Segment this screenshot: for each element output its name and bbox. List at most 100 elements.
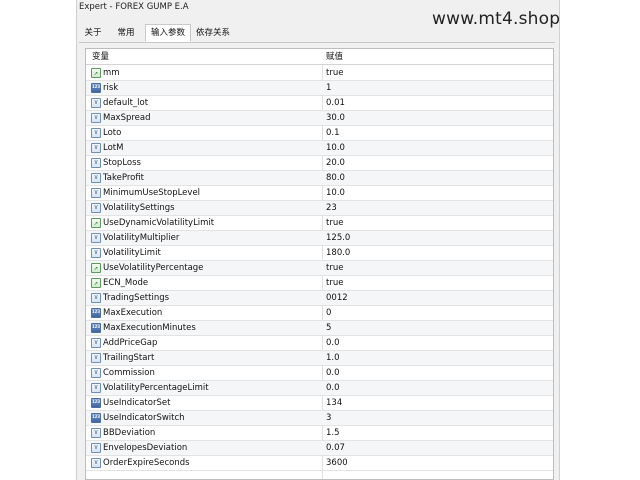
parameter-value[interactable]: 0012	[326, 291, 348, 306]
tab-about[interactable]: 关于	[79, 26, 107, 41]
int-icon: 123	[91, 83, 101, 93]
parameter-value[interactable]: 23	[326, 201, 337, 216]
parameter-name: UseDynamicVolatilityLimit	[103, 218, 215, 228]
table-row[interactable]: V MaxSpread 30.0	[86, 111, 553, 126]
parameter-name: risk	[103, 83, 119, 93]
bool-icon: ↗	[91, 68, 101, 78]
parameter-value[interactable]: 134	[326, 396, 342, 411]
table-row[interactable]: 123 MaxExecution 0	[86, 306, 553, 321]
parameter-name: MinimumUseStopLevel	[103, 188, 201, 198]
parameter-value[interactable]: 3	[326, 411, 331, 426]
double-icon: V	[91, 293, 101, 303]
double-icon: V	[91, 368, 101, 378]
parameter-name: default_lot	[103, 98, 149, 108]
double-icon: V	[91, 128, 101, 138]
parameter-value[interactable]: 20.0	[326, 156, 345, 171]
parameter-value[interactable]: 125.0	[326, 231, 350, 246]
parameter-value[interactable]: 1.5	[326, 426, 340, 441]
parameter-value[interactable]: 0.1	[326, 126, 340, 141]
parameter-name: AddPriceGap	[103, 338, 158, 348]
table-row[interactable]: 123 UseIndicatorSwitch 3	[86, 411, 553, 426]
int-icon: 123	[91, 323, 101, 333]
parameter-name: Commission	[103, 368, 155, 378]
parameter-name: VolatilityPercentageLimit	[103, 383, 209, 393]
double-icon: V	[91, 338, 101, 348]
inputs-table: 变量 赋值 ↗ mm true 123 risk 1 Vdefault_lot 0.01 V Ma…	[85, 48, 554, 480]
double-icon: V	[91, 353, 101, 363]
tab-inputs[interactable]: 输入参数	[145, 24, 191, 42]
parameter-value[interactable]: true	[326, 216, 343, 231]
table-row[interactable]: V BBDeviation 1.5	[86, 426, 553, 441]
double-icon: V	[91, 143, 101, 153]
double-icon: V	[91, 158, 101, 168]
parameter-value[interactable]: 0.0	[326, 381, 340, 396]
table-row[interactable]: 123 MaxExecutionMinutes 5	[86, 321, 553, 336]
expert-properties-window: Expert - FOREX GUMP E.A 关于 常用 输入参数 依存关系 …	[76, 0, 560, 480]
table-row[interactable]: V StopLoss 20.0	[86, 156, 553, 171]
parameter-value[interactable]: 0.07	[326, 441, 345, 456]
table-body: ↗ mm true 123 risk 1 Vdefault_lot 0.01 V MaxSprea…	[86, 66, 553, 471]
table-row[interactable]: ↗ UseDynamicVolatilityLimit true	[86, 216, 553, 231]
double-icon: V	[91, 458, 101, 468]
tab-dependencies[interactable]: 依存关系	[193, 26, 233, 41]
parameter-name: ECN_Mode	[103, 278, 149, 288]
table-row[interactable]: V MinimumUseStopLevel 10.0	[86, 186, 553, 201]
header-value[interactable]: 赋值	[326, 49, 343, 65]
parameter-name: VolatilitySettings	[103, 203, 175, 213]
bool-icon: ↗	[91, 278, 101, 288]
parameter-value[interactable]: 0.0	[326, 366, 340, 381]
int-icon: 123	[91, 308, 101, 318]
table-header: 变量 赋值	[86, 49, 553, 65]
parameter-value[interactable]: 0.0	[326, 336, 340, 351]
table-row[interactable]: 123 risk 1	[86, 81, 553, 96]
double-icon: V	[91, 203, 101, 213]
parameter-value[interactable]: 180.0	[326, 246, 350, 261]
double-icon: V	[91, 248, 101, 258]
table-row[interactable]: V TradingSettings 0012	[86, 291, 553, 306]
parameter-value[interactable]: 1.0	[326, 351, 340, 366]
table-row[interactable]: V OrderExpireSeconds 3600	[86, 456, 553, 471]
parameter-name: Loto	[103, 128, 122, 138]
parameter-value[interactable]: 0.01	[326, 96, 345, 111]
parameter-value[interactable]: 10.0	[326, 186, 345, 201]
parameter-name: VolatilityMultiplier	[103, 233, 180, 243]
table-row[interactable]: V TakeProfit 80.0	[86, 171, 553, 186]
table-row[interactable]: V AddPriceGap 0.0	[86, 336, 553, 351]
double-icon: V	[91, 98, 101, 108]
table-row[interactable]: V LotM 10.0	[86, 141, 553, 156]
parameter-value[interactable]: 1	[326, 81, 331, 96]
table-row[interactable]: ↗ UseVolatilityPercentage true	[86, 261, 553, 276]
parameter-name: UseVolatilityPercentage	[103, 263, 204, 273]
parameter-value[interactable]: 30.0	[326, 111, 345, 126]
parameter-value[interactable]: 3600	[326, 456, 348, 471]
table-row[interactable]: V EnvelopesDeviation 0.07	[86, 441, 553, 456]
parameter-value[interactable]: 0	[326, 306, 331, 321]
table-row[interactable]: V VolatilitySettings 23	[86, 201, 553, 216]
double-icon: V	[91, 233, 101, 243]
table-row[interactable]: V Commission 0.0	[86, 366, 553, 381]
parameter-name: MaxExecution	[103, 308, 163, 318]
parameter-value[interactable]: 80.0	[326, 171, 345, 186]
table-row[interactable]: Vdefault_lot 0.01	[86, 96, 553, 111]
parameter-value[interactable]: true	[326, 261, 343, 276]
parameter-name: UseIndicatorSet	[103, 398, 171, 408]
table-row[interactable]: V VolatilityMultiplier 125.0	[86, 231, 553, 246]
parameter-name: TakeProfit	[103, 173, 145, 183]
tab-common[interactable]: 常用	[111, 26, 141, 41]
parameter-value[interactable]: 5	[326, 321, 331, 336]
parameter-value[interactable]: true	[326, 66, 343, 81]
table-row[interactable]: 123 UseIndicatorSet 134	[86, 396, 553, 411]
parameter-value[interactable]: true	[326, 276, 343, 291]
header-variable[interactable]: 变量	[92, 49, 109, 65]
table-row[interactable]: V TrailingStart 1.0	[86, 351, 553, 366]
parameter-name: MaxExecutionMinutes	[103, 323, 196, 333]
table-row[interactable]: V Loto 0.1	[86, 126, 553, 141]
table-row[interactable]: ↗ mm true	[86, 66, 553, 81]
parameter-value[interactable]: 10.0	[326, 141, 345, 156]
table-row[interactable]: V VolatilityLimit 180.0	[86, 246, 553, 261]
double-icon: V	[91, 428, 101, 438]
parameter-name: OrderExpireSeconds	[103, 458, 190, 468]
table-row[interactable]: V VolatilityPercentageLimit 0.0	[86, 381, 553, 396]
double-icon: V	[91, 173, 101, 183]
table-row[interactable]: ↗ ECN_Mode true	[86, 276, 553, 291]
